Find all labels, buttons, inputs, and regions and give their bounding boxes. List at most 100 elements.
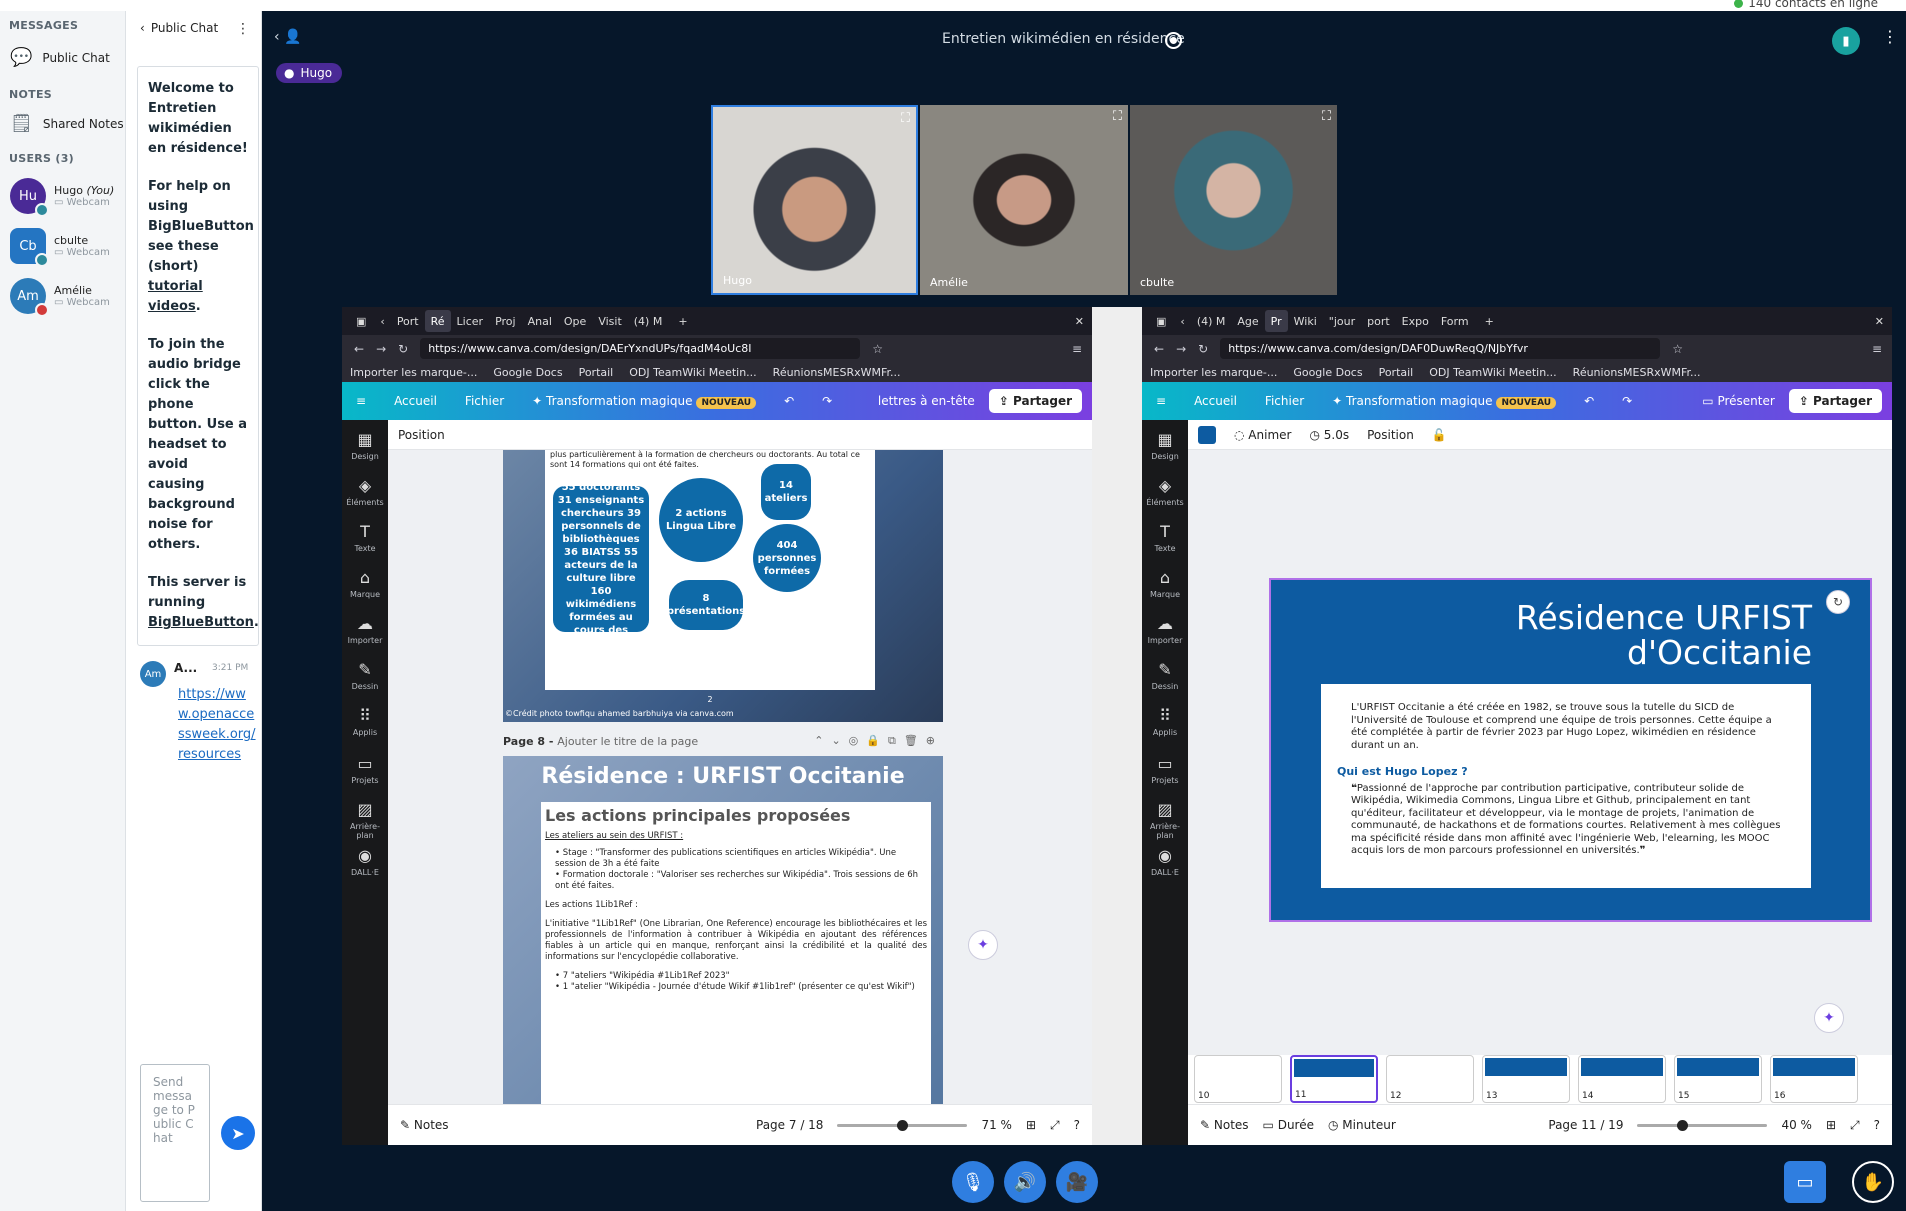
position-button[interactable]: Position xyxy=(398,428,445,442)
position-button[interactable]: Position xyxy=(1367,428,1414,442)
page-thumb[interactable]: 12 xyxy=(1386,1055,1474,1103)
chevron-left-icon[interactable]: ‹ xyxy=(140,21,145,35)
lock-icon[interactable]: 🔓 xyxy=(1432,428,1447,442)
menu-magic[interactable]: ✦ Transformation magique NOUVEAU xyxy=(518,394,770,409)
user-item-hugo[interactable]: Hu Hugo (You) ▭ Webcam xyxy=(10,178,114,217)
slide-page-11[interactable]: Résidence URFIST d'Occitanie L'URFIST Occ… xyxy=(1269,578,1872,922)
bookmark[interactable]: Portail xyxy=(1379,366,1414,379)
bookmark[interactable]: Portail xyxy=(579,366,614,379)
tab[interactable]: Ré xyxy=(424,310,451,332)
tutorial-link[interactable]: tutorial videos xyxy=(148,279,203,314)
menu-icon[interactable]: ≡ xyxy=(1072,342,1082,356)
hamburger-icon[interactable]: ≡ xyxy=(342,394,380,408)
page-thumb[interactable]: 16 xyxy=(1770,1055,1858,1103)
redo-icon[interactable]: ↷ xyxy=(1608,394,1646,408)
menu-magic[interactable]: ✦ Transformation magique NOUVEAU xyxy=(1318,394,1570,409)
close-window-icon[interactable]: ✕ xyxy=(1867,315,1892,328)
tab[interactable]: Port xyxy=(391,310,425,332)
help-icon[interactable]: ? xyxy=(1074,1118,1080,1132)
slide-page-8[interactable]: Résidence : URFIST Occitanie Les actions… xyxy=(503,756,943,1104)
sidebar-text[interactable]: T Texte xyxy=(1142,522,1188,553)
sidebar-elements[interactable]: ◈ Éléments xyxy=(1142,476,1188,507)
menu-icon[interactable]: ≡ xyxy=(1872,342,1882,356)
menu-fichier[interactable]: Fichier xyxy=(1251,394,1318,408)
duration-button[interactable]: ▭ Durée xyxy=(1263,1118,1314,1132)
sidebar-upload[interactable]: ☁ Importer xyxy=(1142,614,1188,645)
page-thumb[interactable]: 10 xyxy=(1194,1055,1282,1103)
toggle-userlist-icon[interactable]: ‹ 👤 xyxy=(274,29,301,45)
reload-icon[interactable]: ↻ xyxy=(398,342,408,356)
video-tile-cbulte[interactable]: cbulte ⛶ xyxy=(1130,105,1337,295)
sidebar-projects[interactable]: ▭ Projets xyxy=(1142,754,1188,785)
page-actions-icons[interactable]: ⌃⌄◎🔒⧉🗑⊕ xyxy=(814,734,943,748)
mute-button[interactable]: 🎙 xyxy=(952,1161,994,1203)
tab-list-icon[interactable]: ▣ xyxy=(348,315,374,328)
video-tile-hugo[interactable]: Hugo ⛶ xyxy=(711,105,918,295)
sidebar-dalle[interactable]: ◉ DALL·E xyxy=(1142,846,1188,877)
url-field[interactable]: https://www.canva.com/design/DAErYxndUPs… xyxy=(420,338,861,359)
present-button[interactable]: ▭ Présenter xyxy=(1688,394,1789,408)
sidebar-apps[interactable]: ⠿ Applis xyxy=(1142,706,1188,737)
back-icon[interactable]: ← xyxy=(354,342,364,356)
tab[interactable]: Wiki xyxy=(1288,310,1323,332)
sidebar-elements[interactable]: ◈ Éléments xyxy=(342,476,388,507)
forward-icon[interactable]: → xyxy=(376,342,386,356)
shared-notes-item[interactable]: 🗒 Shared Notes xyxy=(10,113,124,134)
forward-icon[interactable]: → xyxy=(1176,342,1186,356)
zoom-slider[interactable] xyxy=(1637,1119,1768,1131)
close-window-icon[interactable]: ✕ xyxy=(1067,315,1092,328)
zoom-knob[interactable] xyxy=(1677,1119,1689,1131)
tab[interactable]: Form xyxy=(1435,310,1475,332)
presentation-button[interactable]: ▭ xyxy=(1784,1161,1826,1203)
sidebar-projects[interactable]: ▭ Projets xyxy=(342,754,388,785)
sidebar-apps[interactable]: ⠿ Applis xyxy=(342,706,388,737)
menu-accueil[interactable]: Accueil xyxy=(380,394,451,408)
rotate-icon[interactable]: ↻ xyxy=(1826,590,1850,614)
bookmark[interactable]: Importer les marque-... xyxy=(1150,366,1277,379)
tab[interactable]: Pr xyxy=(1264,310,1288,332)
fullscreen-icon[interactable]: ⛶ xyxy=(1113,109,1122,124)
sidebar-background[interactable]: ▨ Arrière-plan xyxy=(1142,800,1188,840)
bookmark[interactable]: RéunionsMESRxWMFr... xyxy=(1573,366,1701,379)
connection-status-icon[interactable]: ▮ xyxy=(1832,27,1860,55)
tab[interactable]: Age xyxy=(1231,310,1264,332)
redo-icon[interactable]: ↷ xyxy=(808,394,846,408)
page-thumb[interactable]: 13 xyxy=(1482,1055,1570,1103)
page-thumb[interactable]: 14 xyxy=(1578,1055,1666,1103)
tab[interactable]: Visit xyxy=(592,310,627,332)
share-button[interactable]: ⇪ Partager xyxy=(988,389,1082,413)
public-chat-item[interactable]: 💬 Public Chat xyxy=(10,47,110,68)
video-tile-amelie[interactable]: Amélie ⛶ xyxy=(920,105,1128,295)
fullscreen-icon[interactable]: ⛶ xyxy=(901,111,910,126)
bbb-link[interactable]: BigBlueButton xyxy=(148,615,254,630)
zoom-knob[interactable] xyxy=(897,1119,909,1131)
page-thumb[interactable]: 11 xyxy=(1290,1055,1378,1103)
grid-view-icon[interactable]: ⊞ xyxy=(1826,1118,1836,1132)
fullscreen-icon[interactable]: ⤢ xyxy=(1050,1118,1060,1133)
fullscreen-icon[interactable]: ⛶ xyxy=(1322,109,1331,124)
hamburger-icon[interactable]: ≡ xyxy=(1142,394,1180,408)
sidebar-design[interactable]: ▦ Design xyxy=(342,430,388,461)
url-field[interactable]: https://www.canva.com/design/DAF0DuwReqQ… xyxy=(1220,338,1661,359)
slide-page-7[interactable]: plus particulièrement à la formation de … xyxy=(503,450,943,722)
new-tab-icon[interactable]: + xyxy=(668,315,697,328)
color-swatch[interactable] xyxy=(1198,425,1216,444)
options-menu-icon[interactable]: ⋮ xyxy=(1882,27,1898,46)
animate-button[interactable]: ◌ Animer xyxy=(1234,428,1291,442)
sidebar-draw[interactable]: ✎ Dessin xyxy=(1142,660,1188,691)
record-icon[interactable] xyxy=(1165,32,1182,49)
sidebar-brand[interactable]: ⌂ Marque xyxy=(342,568,388,599)
menu-fichier[interactable]: Fichier xyxy=(451,394,518,408)
tab[interactable]: "jour xyxy=(1323,310,1361,332)
help-icon[interactable]: ? xyxy=(1874,1118,1880,1132)
new-tab-icon[interactable]: + xyxy=(1475,315,1504,328)
share-button[interactable]: ⇪ Partager xyxy=(1788,389,1882,413)
sidebar-draw[interactable]: ✎ Dessin xyxy=(342,660,388,691)
page-indicator[interactable]: Page 7 / 18 xyxy=(756,1118,823,1132)
back-icon[interactable]: ← xyxy=(1154,342,1164,356)
sidebar-design[interactable]: ▦ Design xyxy=(1142,430,1188,461)
bookmark[interactable]: Importer les marque-... xyxy=(350,366,477,379)
tab-list-icon[interactable]: ▣ xyxy=(1148,315,1174,328)
tab[interactable]: (4) M xyxy=(628,310,669,332)
chat-header[interactable]: ‹ Public Chat xyxy=(140,21,218,35)
